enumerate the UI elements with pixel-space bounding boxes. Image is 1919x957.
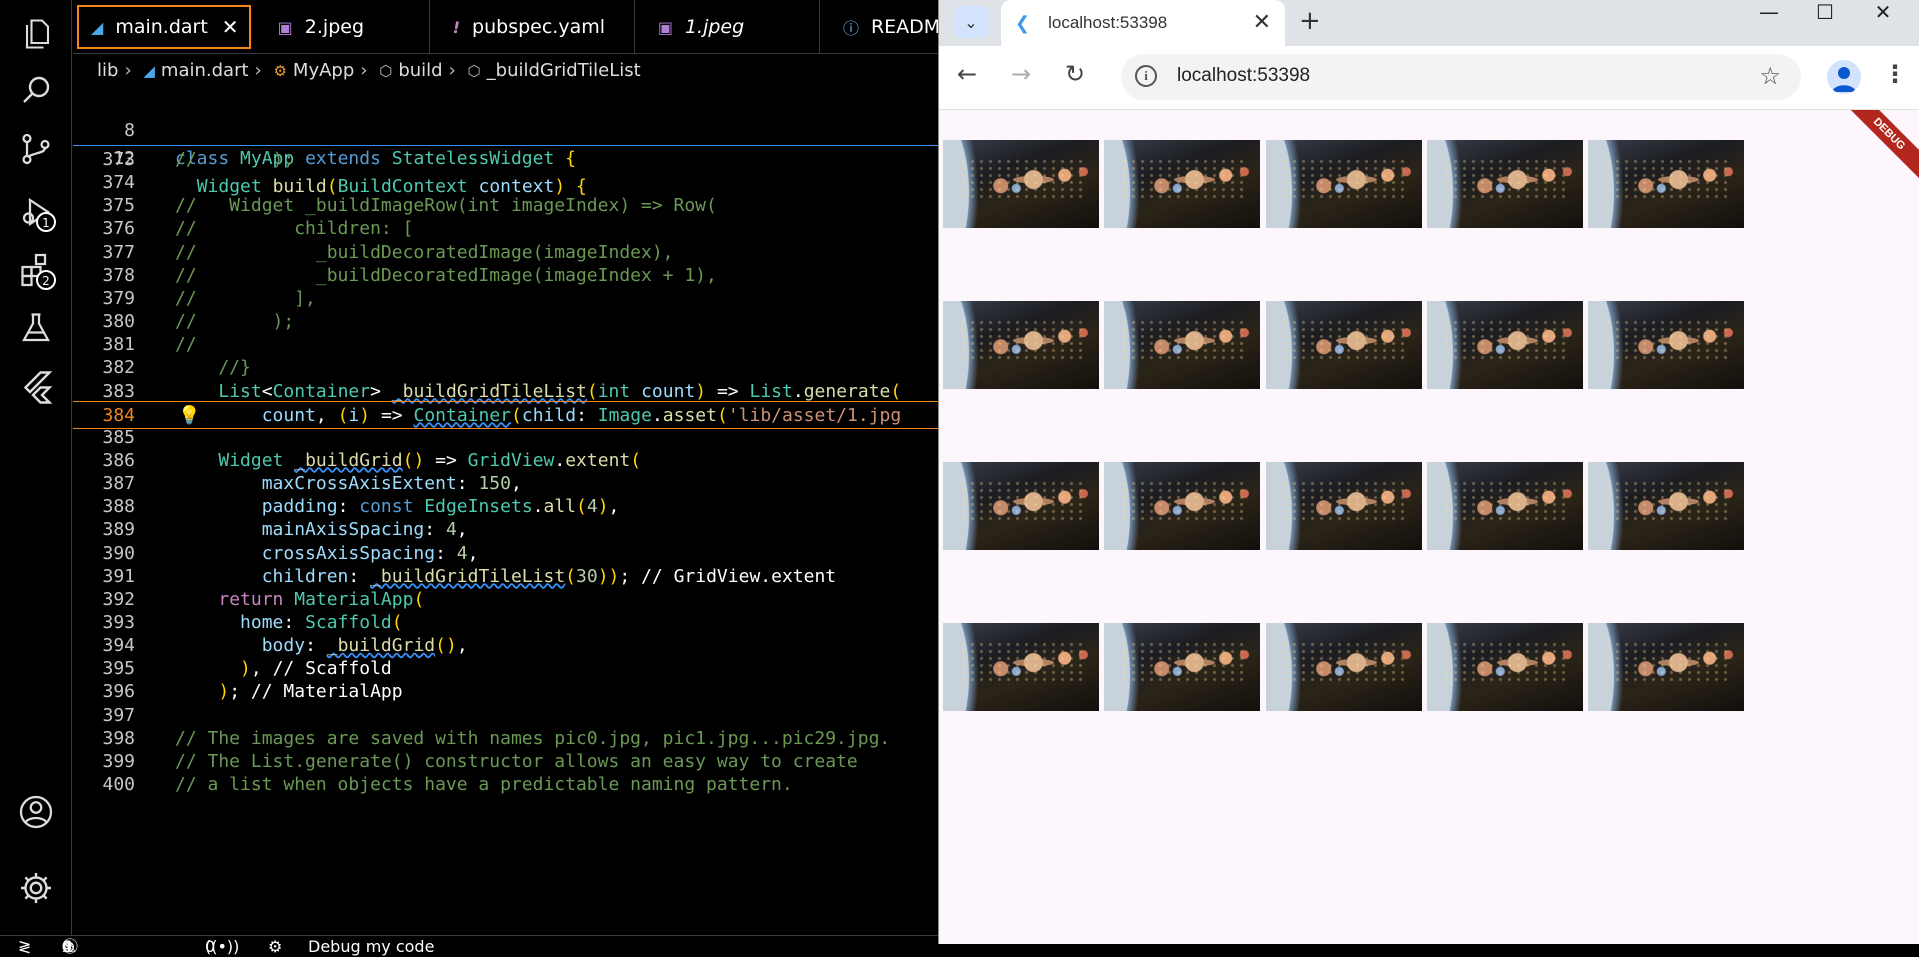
exclamation-icon: ! — [452, 17, 461, 37]
flutter-icon[interactable] — [14, 364, 58, 408]
solar-system-image — [1104, 301, 1261, 389]
info-icon: ⓘ — [842, 19, 859, 38]
image-icon: ▣ — [657, 17, 673, 37]
code-editor[interactable]: 373// ); 374 375// Widget _buildImageRow(i… — [73, 146, 938, 935]
solar-system-image — [943, 623, 1099, 711]
maximize-icon[interactable]: ☐ — [1805, 0, 1845, 28]
site-info-icon[interactable]: i — [1135, 65, 1157, 87]
solar-system-image — [1265, 623, 1422, 711]
dart-icon: ◢ — [91, 17, 104, 37]
solar-system-image — [943, 140, 1099, 228]
debug-badge: 1 — [36, 212, 56, 232]
close-tab-icon[interactable]: ✕ — [222, 15, 239, 39]
source-control-icon[interactable] — [14, 127, 58, 171]
address-bar[interactable]: i localhost:53398 ☆ — [1121, 54, 1801, 100]
breadcrumb-item-lib[interactable]: lib — [97, 60, 118, 81]
image-icon: ▣ — [277, 17, 293, 37]
new-tab-plus-icon[interactable]: + — [1299, 6, 1321, 36]
code-line[interactable]: 400 // a list when objects have a predict… — [73, 771, 938, 799]
browser-toolbar: ← → ↻ i localhost:53398 ☆ ⋮ — [939, 46, 1919, 110]
flutter-app-viewport: DEBUG — [939, 110, 1919, 944]
back-arrow-icon[interactable]: ← — [957, 60, 977, 88]
code-text: // a list when objects have a predictabl… — [175, 774, 793, 796]
breadcrumb-item-class[interactable]: MyApp — [293, 60, 354, 81]
browser-tab[interactable]: ❮ localhost:53398 ✕ — [1001, 0, 1285, 46]
sticky-line[interactable]: 8 class MyApp extends StatelessWidget { — [73, 89, 938, 169]
activity-bar: 1 2 — [0, 0, 72, 935]
solar-system-image — [1265, 140, 1422, 228]
close-window-icon[interactable]: ✕ — [1863, 0, 1903, 28]
debug-config-label[interactable]: Debug my code — [308, 936, 434, 957]
account-icon[interactable] — [14, 790, 58, 834]
solar-system-image — [1104, 140, 1261, 228]
solar-system-image — [1426, 301, 1583, 389]
sticky-scroll: 8 class MyApp extends StatelessWidget { … — [73, 88, 938, 197]
solar-system-image — [1104, 623, 1261, 711]
search-icon[interactable] — [14, 68, 58, 112]
browser-window: ⌄ ❮ localhost:53398 ✕ + — ☐ ✕ ← → ↻ i lo… — [938, 0, 1919, 944]
solar-system-image — [943, 462, 1099, 550]
solar-system-image — [1588, 623, 1745, 711]
method-icon: ⬡ — [467, 62, 481, 80]
breadcrumb: lib › ◢ main.dart › ⚙ MyApp › ⬡ build › ⬡ _build… — [97, 60, 641, 81]
tab-2-jpeg[interactable]: ▣ 2.jpeg — [260, 0, 430, 53]
solar-system-image — [1588, 301, 1745, 389]
solar-system-image — [1426, 462, 1583, 550]
solar-system-image — [1265, 301, 1422, 389]
forward-arrow-icon[interactable]: → — [1011, 60, 1031, 88]
sticky-line[interactable]: 12 Widget build(BuildContext context) { — [73, 117, 938, 197]
more-menu-icon[interactable]: ⋮ — [1883, 60, 1907, 88]
solar-system-image — [1104, 462, 1261, 550]
breadcrumb-item-symbol[interactable]: _buildGridTileList — [487, 60, 641, 81]
remote-icon[interactable]: ≷ — [18, 936, 31, 957]
line-number: 400 — [102, 774, 135, 796]
method-icon: ⬡ — [379, 62, 393, 80]
profile-avatar-icon[interactable] — [1827, 60, 1861, 94]
extensions-icon[interactable]: 2 — [14, 248, 58, 292]
explorer-icon[interactable] — [14, 12, 58, 56]
run-debug-icon[interactable]: 1 — [14, 190, 58, 234]
extensions-badge: 2 — [36, 270, 56, 290]
reload-icon[interactable]: ↻ — [1065, 60, 1085, 88]
editor-tab-bar: ◢ main.dart ✕ ▣ 2.jpeg ! pubspec.yaml ▣ … — [73, 0, 938, 54]
browser-tab-strip: ⌄ ❮ localhost:53398 ✕ + — ☐ ✕ — [939, 0, 1919, 46]
solar-system-image — [943, 301, 1099, 389]
solar-system-image — [1588, 462, 1745, 550]
debug-banner: DEBUG — [1839, 110, 1919, 184]
close-tab-icon[interactable]: ✕ — [1253, 10, 1271, 35]
breadcrumb-item-file[interactable]: main.dart — [161, 60, 249, 81]
solar-system-image — [1426, 623, 1583, 711]
tab-readme[interactable]: ⓘ README — [825, 0, 938, 53]
class-icon: ⚙ — [273, 62, 287, 80]
dart-icon: ◢ — [143, 62, 155, 80]
solar-system-image — [1426, 140, 1583, 228]
testing-icon[interactable] — [14, 306, 58, 350]
debug-config-icon[interactable]: ⚙ — [268, 936, 282, 957]
solar-system-image — [1265, 462, 1422, 550]
tab-search-chevron-icon[interactable]: ⌄ — [953, 6, 989, 38]
tab-pubspec-yaml[interactable]: ! pubspec.yaml — [435, 0, 635, 53]
settings-gear-icon[interactable] — [14, 866, 58, 910]
flutter-favicon-icon: ❮ — [1015, 12, 1031, 34]
minimize-icon[interactable]: — — [1749, 0, 1789, 28]
solar-system-image — [1588, 140, 1745, 228]
tab-main-dart[interactable]: ◢ main.dart ✕ — [77, 5, 251, 49]
bookmark-star-icon[interactable]: ☆ — [1759, 62, 1781, 90]
tab-1-jpeg[interactable]: ▣ 1.jpeg — [640, 0, 820, 53]
breadcrumb-item-method[interactable]: build — [398, 60, 442, 81]
